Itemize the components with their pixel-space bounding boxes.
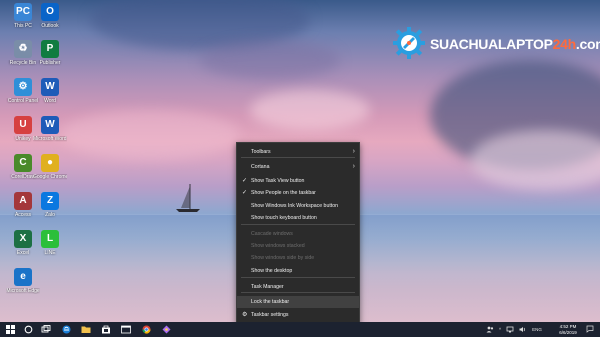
clock-date: 6/6/2019 bbox=[559, 329, 577, 335]
desktop: PC This PC O Outlook ♻ Recycle Bin P Publisher ⚙… bbox=[0, 0, 600, 322]
windows-logo-icon bbox=[5, 325, 15, 334]
menu-separator bbox=[241, 224, 355, 225]
chrome-icon: ● bbox=[41, 154, 59, 172]
desktop-icon-label: LINE bbox=[44, 250, 56, 256]
brand-logo: SUACHUALAPTOP24h.com bbox=[392, 24, 600, 64]
desktop-icon-label: Word bbox=[44, 98, 56, 104]
menu-item-show-desktop[interactable]: Show the desktop bbox=[237, 265, 359, 277]
menu-item-label: Show windows stacked bbox=[251, 243, 305, 249]
menu-item-taskbar-settings[interactable]: ⚙ Taskbar settings bbox=[237, 309, 359, 321]
control-panel-icon: ⚙ bbox=[14, 78, 32, 96]
store-bag-icon bbox=[102, 325, 110, 334]
line-icon: L bbox=[41, 230, 59, 248]
volume-icon[interactable] bbox=[519, 326, 527, 334]
menu-item-label: Show People on the taskbar bbox=[251, 190, 316, 196]
gear-logo-icon bbox=[393, 27, 425, 59]
cloud bbox=[470, 130, 600, 190]
menu-item-label: Show the desktop bbox=[251, 268, 293, 274]
menu-item-cascade-windows: Cascade windows bbox=[237, 228, 359, 240]
chevron-right-icon: › bbox=[352, 148, 355, 155]
menu-item-label: Show touch keyboard button bbox=[251, 215, 317, 221]
menu-item-task-manager[interactable]: Task Manager bbox=[237, 281, 359, 293]
excel-icon: X bbox=[14, 230, 32, 248]
unikey-icon: U bbox=[14, 116, 32, 134]
menu-item-show-windows-stacked: Show windows stacked bbox=[237, 240, 359, 252]
task-view-icon bbox=[41, 325, 51, 333]
menu-item-show-side-by-side: Show windows side by side bbox=[237, 252, 359, 264]
desktop-icon-label: Publisher bbox=[39, 60, 61, 66]
sailboat bbox=[176, 184, 200, 212]
menu-item-toolbars[interactable]: Toolbars › bbox=[237, 146, 359, 158]
desktop-icon[interactable]: e Microsoft Edge bbox=[6, 268, 40, 312]
edge-icon bbox=[62, 325, 70, 334]
desktop-icon-label: Microsoft Word 2016 bbox=[33, 136, 67, 142]
recycle-bin-icon: ♻ bbox=[14, 40, 32, 58]
desktop-icon-label: Microsoft Edge bbox=[6, 288, 40, 294]
menu-item-show-ink-workspace[interactable]: Show Windows Ink Workspace button bbox=[237, 200, 359, 212]
cloud bbox=[200, 40, 340, 80]
checkmark-icon: ✓ bbox=[242, 190, 248, 196]
menu-item-lock-taskbar[interactable]: Lock the taskbar bbox=[237, 296, 359, 308]
menu-separator bbox=[241, 277, 355, 278]
this-pc-icon: PC bbox=[14, 3, 32, 21]
desktop-icon-label: Zalo bbox=[45, 212, 55, 218]
start-button[interactable] bbox=[2, 322, 18, 337]
language-indicator[interactable]: ENG bbox=[532, 327, 542, 332]
edge-icon: e bbox=[14, 268, 32, 286]
clock[interactable]: 4:52 PM 6/6/2019 bbox=[553, 324, 583, 335]
taskbar-file-explorer[interactable] bbox=[78, 322, 94, 337]
chevron-right-icon: › bbox=[352, 163, 355, 170]
notification-icon[interactable] bbox=[586, 325, 594, 333]
menu-item-label: Show windows side by side bbox=[251, 255, 315, 261]
desktop-icon-label: Outlook bbox=[41, 23, 59, 29]
taskbar-chrome[interactable] bbox=[138, 322, 154, 337]
menu-item-label: Show Task View button bbox=[251, 178, 305, 184]
desktop-icon-label: Google Chrome bbox=[33, 174, 67, 180]
menu-item-label: Show Windows Ink Workspace button bbox=[251, 203, 338, 209]
menu-item-label: Task Manager bbox=[251, 284, 284, 290]
menu-item-label: Toolbars bbox=[251, 149, 271, 155]
word-2016-icon: W bbox=[41, 116, 59, 134]
taskbar-context-menu: Toolbars › Cortana › ✓ Show Task View button ✓… bbox=[236, 142, 360, 322]
folder-icon bbox=[81, 326, 91, 333]
brand-name: SUACHUALAPTOP24h.com bbox=[430, 36, 600, 52]
publisher-icon: P bbox=[41, 40, 59, 58]
outlook-icon: O bbox=[41, 3, 59, 21]
network-icon[interactable] bbox=[506, 326, 514, 334]
menu-item-show-task-view[interactable]: ✓ Show Task View button bbox=[237, 175, 359, 187]
taskbar-store[interactable] bbox=[98, 322, 114, 337]
menu-item-label: Taskbar settings bbox=[251, 312, 289, 318]
menu-item-show-touch-keyboard[interactable]: Show touch keyboard button bbox=[237, 212, 359, 224]
system-tray: ^ ENG bbox=[486, 322, 542, 337]
menu-item-label: Cortana bbox=[251, 164, 270, 170]
checkmark-icon: ✓ bbox=[242, 178, 248, 184]
people-icon[interactable] bbox=[486, 326, 494, 334]
taskbar-window[interactable] bbox=[118, 322, 134, 337]
search-button[interactable] bbox=[20, 322, 36, 337]
paint-icon bbox=[162, 325, 170, 334]
menu-item-show-people[interactable]: ✓ Show People on the taskbar bbox=[237, 187, 359, 199]
gear-icon: ⚙ bbox=[242, 312, 248, 318]
taskbar-edge[interactable] bbox=[58, 322, 74, 337]
chrome-icon bbox=[141, 325, 151, 334]
word-icon: W bbox=[41, 78, 59, 96]
cloud bbox=[250, 90, 370, 130]
taskbar-paint[interactable] bbox=[158, 322, 174, 337]
cloud bbox=[60, 110, 240, 160]
search-icon bbox=[24, 325, 32, 334]
menu-item-label: Cascade windows bbox=[251, 231, 293, 237]
menu-item-label: Lock the taskbar bbox=[251, 299, 290, 305]
zalo-icon: Z bbox=[41, 192, 59, 210]
menu-item-cortana[interactable]: Cortana › bbox=[237, 161, 359, 173]
access-icon: A bbox=[14, 192, 32, 210]
taskbar: ^ ENG 4:52 PM 6/6/2019 bbox=[0, 322, 600, 337]
window-icon bbox=[121, 325, 131, 334]
coreldraw-icon: C bbox=[14, 154, 32, 172]
chevron-up-icon[interactable]: ^ bbox=[499, 327, 501, 332]
task-view-button[interactable] bbox=[38, 322, 54, 337]
